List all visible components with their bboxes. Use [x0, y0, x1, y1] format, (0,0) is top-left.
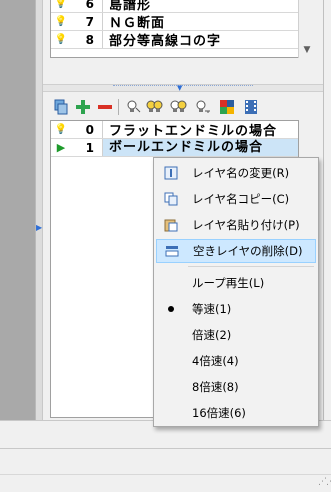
menu-item-label: レイヤ名コピー(C) — [192, 192, 290, 206]
paste-icon — [156, 218, 186, 232]
bulb-key-icon[interactable] — [194, 98, 212, 116]
menu-item-delete-empty-layer[interactable]: 空きレイヤの削除(D) — [156, 239, 316, 263]
scroll-down-icon[interactable]: ▼ — [301, 44, 313, 56]
menu-item-label: 等速(1) — [192, 302, 232, 316]
layer-number: 7 — [71, 13, 103, 30]
menu-item-speed-4x[interactable]: 4倍速(4) — [156, 349, 316, 373]
layer-name: フラットエンドミルの場合 — [109, 124, 278, 139]
remove-icon[interactable] — [96, 98, 114, 116]
layer-toolbar — [50, 96, 300, 118]
menu-item-paste[interactable]: レイヤ名貼り付け(P) — [156, 213, 316, 237]
right-edge — [323, 0, 331, 420]
layer-number: 1 — [71, 139, 103, 156]
menu-item-speed-1x[interactable]: 等速(1) — [156, 297, 316, 321]
menu-item-rename[interactable]: レイヤ名の変更(R) — [156, 161, 316, 185]
upper-layer-list: 💡 6 島譜形 💡 7 ＮＧ断面 💡 8 部分等高線コの字 — [50, 0, 299, 58]
horizontal-splitter[interactable]: ▼ — [43, 84, 323, 92]
menu-item-label: 8倍速(8) — [192, 380, 239, 394]
toolbar-separator — [118, 99, 119, 115]
menu-item-label: 倍速(2) — [192, 328, 232, 342]
left-background — [0, 0, 35, 420]
splitter-grip — [113, 85, 253, 92]
play-icon[interactable]: ▶ — [51, 141, 71, 154]
layer-number: 0 — [71, 121, 103, 138]
menu-item-speed-2x[interactable]: 倍速(2) — [156, 323, 316, 347]
menu-item-label: 4倍速(4) — [192, 354, 239, 368]
bulb-off-icon[interactable]: 💡 — [51, 34, 71, 45]
rename-icon — [156, 166, 186, 180]
list-item[interactable]: 💡 0 フラットエンドミルの場合 — [51, 121, 298, 139]
copy-layer-icon[interactable] — [52, 98, 70, 116]
layer-number: 6 — [71, 0, 103, 12]
menu-item-label: レイヤ名の変更(R) — [192, 166, 290, 180]
collapse-down-icon[interactable]: ▼ — [177, 84, 182, 92]
collapse-left-icon[interactable]: ▶ — [36, 224, 42, 232]
film-icon[interactable] — [242, 98, 260, 116]
menu-item-label: レイヤ名貼り付け(P) — [192, 218, 300, 232]
color-grid-icon[interactable] — [218, 98, 236, 116]
menu-item-copy[interactable]: レイヤ名コピー(C) — [156, 187, 316, 211]
menu-item-loop-play[interactable]: ループ再生(L) — [156, 271, 316, 295]
layer-name: 部分等高線コの字 — [109, 34, 222, 49]
list-item[interactable]: 💡 6 島譜形 — [51, 0, 298, 13]
list-item[interactable]: 💡 8 部分等高線コの字 — [51, 31, 298, 49]
menu-item-label: 16倍速(6) — [192, 406, 246, 420]
menu-item-label: ループ再生(L) — [192, 276, 265, 290]
delete-empty-layer-icon — [157, 244, 187, 258]
layer-number: 8 — [71, 31, 103, 48]
bulb-off-icon[interactable]: 💡 — [51, 0, 71, 9]
list-item[interactable]: 💡 7 ＮＧ断面 — [51, 13, 298, 31]
resize-grip-icon[interactable]: ⋰⋰ — [318, 478, 331, 491]
layer-name: ＮＧ断面 — [109, 16, 166, 31]
bulb-off-icon[interactable]: 💡 — [51, 124, 71, 135]
upper-list-scrollbar[interactable]: ▼ — [298, 0, 314, 58]
copy-icon — [156, 192, 186, 206]
status-bar — [0, 474, 331, 492]
bulbs-on-icon[interactable] — [146, 98, 164, 116]
menu-item-speed-8x[interactable]: 8倍速(8) — [156, 375, 316, 399]
left-splitter[interactable] — [35, 0, 43, 420]
bulb-off-icon[interactable]: 💡 — [51, 16, 71, 27]
menu-item-speed-16x[interactable]: 16倍速(6) — [156, 401, 316, 425]
list-item-selected[interactable]: ▶ 1 ボールエンドミルの場合 — [51, 139, 298, 157]
menu-separator — [188, 266, 314, 267]
bulb-icon[interactable] — [124, 98, 142, 116]
layer-name: ボールエンドミルの場合 — [103, 139, 298, 156]
add-icon[interactable] — [74, 98, 92, 116]
bottom-panel-2 — [0, 448, 331, 474]
menu-item-label: 空きレイヤの削除(D) — [193, 244, 303, 258]
bulbs-icon[interactable] — [170, 98, 188, 116]
radio-dot-icon — [156, 306, 186, 312]
context-menu: レイヤ名の変更(R) レイヤ名コピー(C) レイヤ名貼り付け(P) 空きレイヤの… — [153, 157, 319, 427]
